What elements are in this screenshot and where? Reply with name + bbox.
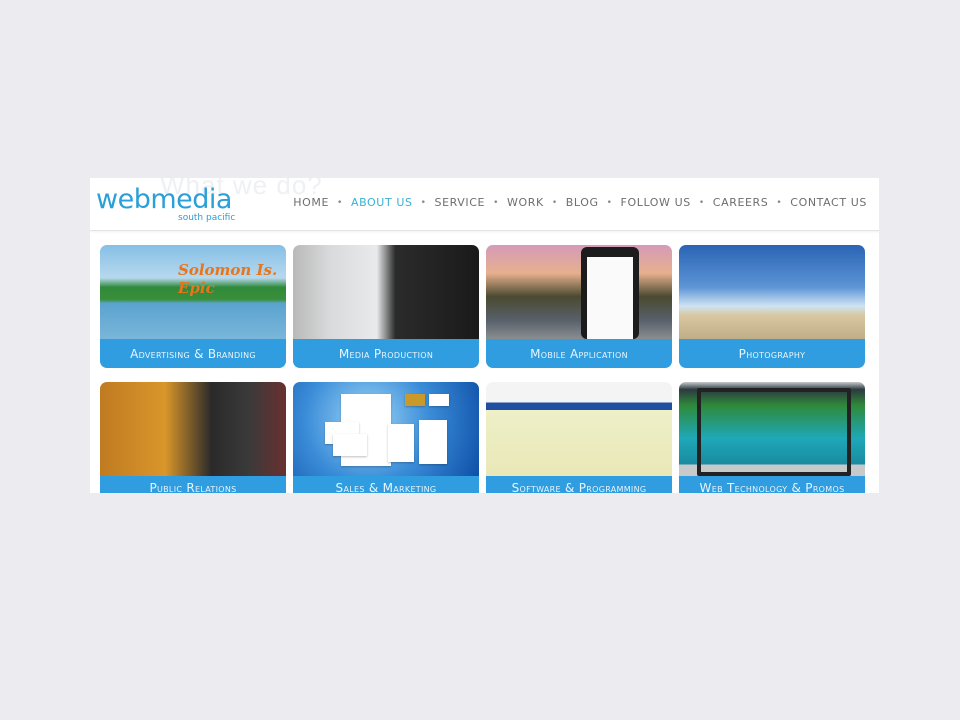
nav-contact-us[interactable]: CONTACT US — [790, 196, 867, 209]
logo[interactable]: webmedia south pacific — [96, 184, 235, 224]
service-label: Media Production — [293, 339, 479, 368]
service-card-media-production[interactable]: Media Production — [293, 245, 479, 368]
nav-work[interactable]: WORK — [507, 196, 544, 209]
image-caption: Solomon Is. Epic — [178, 261, 278, 297]
service-card-sales-marketing[interactable]: Sales & Marketing — [293, 382, 479, 493]
software-table-image — [486, 382, 672, 476]
main-nav: HOME • ABOUT US • SERVICE • WORK • BLOG … — [293, 196, 867, 209]
service-label: Mobile Application — [486, 339, 672, 368]
service-label: Web Technology & Promos — [679, 476, 865, 493]
nav-separator: • — [337, 197, 343, 208]
service-label: Public Relations — [100, 476, 286, 493]
service-card-web-technology-promos[interactable]: Web Technology & Promos — [679, 382, 865, 493]
film-camera-image — [293, 245, 479, 339]
service-label: Sales & Marketing — [293, 476, 479, 493]
logo-wordmark: webmedia — [96, 184, 232, 215]
nav-about-us[interactable]: ABOUT US — [351, 196, 413, 209]
nav-home[interactable]: HOME — [293, 196, 329, 209]
website-screenshot: What we do? webmedia south pacific HOME … — [90, 178, 879, 493]
nav-separator: • — [606, 197, 613, 208]
speaker-podium-image — [100, 382, 286, 476]
monitor-website-image — [679, 382, 865, 476]
service-label: Software & Programming — [486, 476, 672, 493]
canoe-photo-image: Solomon Is. Epic — [100, 245, 286, 339]
nav-blog[interactable]: BLOG — [566, 196, 599, 209]
logo-tagline: south pacific — [178, 213, 236, 223]
service-label: Advertising & Branding — [100, 339, 286, 368]
stationery-image — [293, 382, 479, 476]
service-card-software-programming[interactable]: Software & Programming — [486, 382, 672, 493]
nav-follow-us[interactable]: FOLLOW US — [621, 196, 691, 209]
beach-children-image — [679, 245, 865, 339]
phone-icon — [581, 247, 639, 339]
nav-service[interactable]: SERVICE — [435, 196, 486, 209]
service-label: Photography — [679, 339, 865, 368]
nav-separator: • — [493, 197, 500, 208]
monitor-icon — [697, 388, 851, 476]
services-grid: Solomon Is. Epic Advertising & Branding … — [100, 245, 865, 493]
nav-separator: • — [776, 197, 783, 208]
nav-separator: • — [698, 197, 705, 208]
service-card-mobile-application[interactable]: Mobile Application — [486, 245, 672, 368]
service-card-photography[interactable]: Photography — [679, 245, 865, 368]
nav-separator: • — [551, 197, 558, 208]
service-card-advertising-branding[interactable]: Solomon Is. Epic Advertising & Branding — [100, 245, 286, 368]
service-card-public-relations[interactable]: Public Relations — [100, 382, 286, 493]
nav-separator: • — [420, 197, 427, 208]
smartphone-image — [486, 245, 672, 339]
nav-careers[interactable]: CAREERS — [713, 196, 769, 209]
site-header: What we do? webmedia south pacific HOME … — [90, 178, 879, 231]
